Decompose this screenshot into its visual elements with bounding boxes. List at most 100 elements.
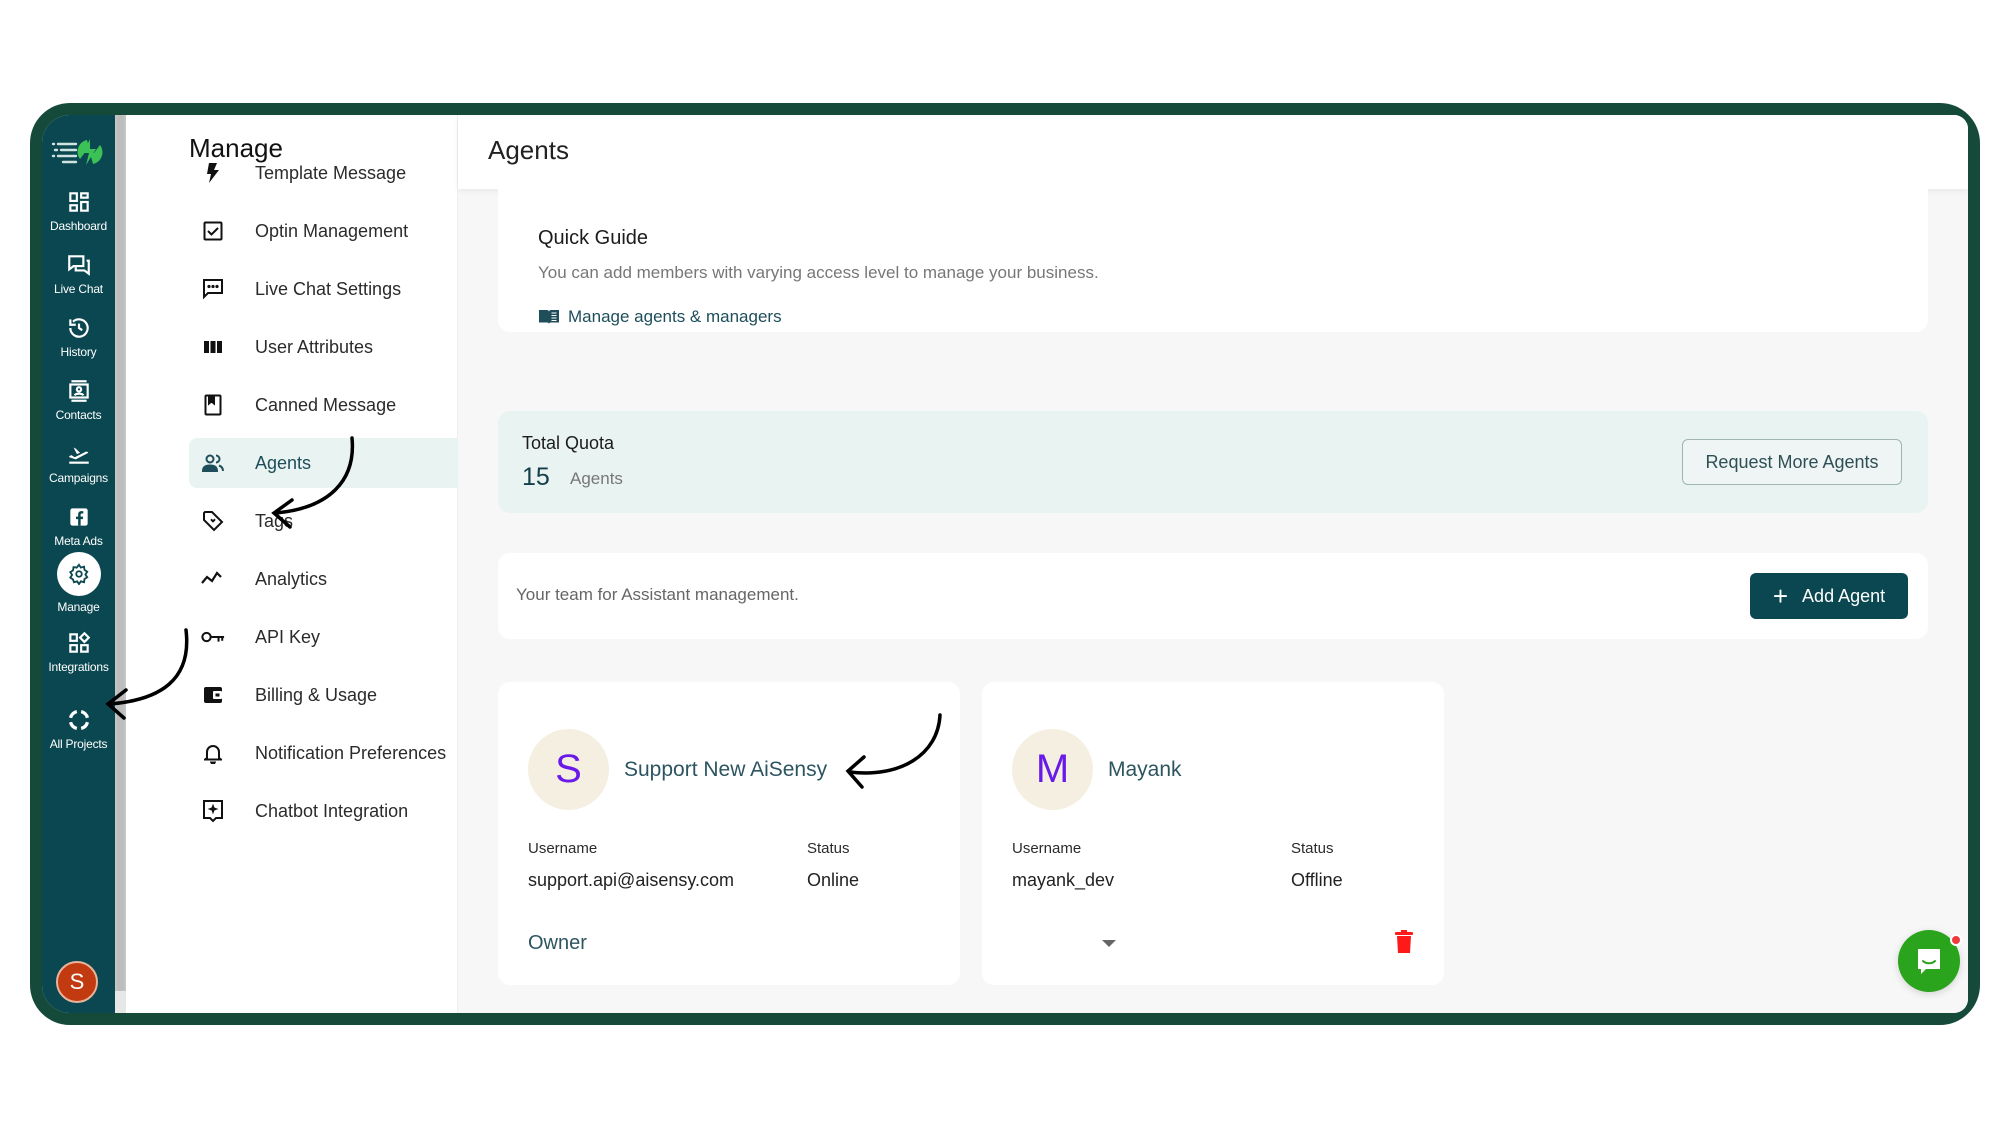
nav-integrations[interactable]: Integrations — [42, 630, 115, 674]
manage-item-agents[interactable]: Agents — [189, 438, 479, 488]
add-agent-label: Add Agent — [1802, 585, 1886, 606]
total-quota-card: Total Quota 15 Agents Request More Agent… — [498, 411, 1928, 513]
nav-label: History — [60, 345, 97, 359]
manage-item-label: Agents — [255, 452, 312, 473]
history-icon — [68, 318, 89, 338]
manage-item-label: API Key — [255, 626, 321, 647]
nav-label: Live Chat — [54, 282, 103, 296]
dashboard-icon — [68, 192, 89, 212]
page-title: Agents — [488, 135, 569, 165]
manage-item-label: Chatbot Integration — [255, 800, 409, 821]
nav-all-projects[interactable]: All Projects — [42, 707, 115, 751]
username-value: mayank_dev — [1012, 870, 1115, 890]
checkbox-icon — [203, 221, 223, 241]
chat-dots-icon — [203, 279, 223, 300]
scrollbar-thumb[interactable] — [117, 115, 124, 991]
contacts-icon — [68, 380, 89, 402]
gear-icon — [68, 563, 89, 585]
nav-campaigns[interactable]: Campaigns — [42, 441, 115, 485]
plus-icon: + — [1772, 581, 1789, 611]
chat-support-button[interactable] — [1898, 930, 1962, 992]
manage-item-label: Tags — [255, 510, 294, 531]
status-value: Online — [807, 870, 860, 890]
nav-label: Contacts — [55, 408, 102, 422]
projects-icon — [68, 709, 89, 731]
manage-agents-link[interactable]: Manage agents & managers — [538, 307, 782, 327]
manage-item-label: Analytics — [255, 568, 328, 589]
bookmark-icon — [204, 394, 222, 416]
quota-title: Total Quota — [522, 433, 615, 453]
delete-icon[interactable] — [1394, 930, 1414, 954]
nav-live-chat[interactable]: Live Chat — [42, 252, 115, 296]
manage-item-billing-usage[interactable]: Billing & Usage — [189, 670, 479, 720]
analytics-icon — [201, 571, 222, 584]
agent-role: Owner — [528, 932, 587, 954]
facebook-icon — [69, 508, 88, 526]
wallet-icon — [204, 687, 222, 703]
manage-agents-link-label: Manage agents & managers — [568, 307, 782, 326]
nav-label: All Projects — [49, 737, 108, 751]
agent-card: M Mayank Username mayank_dev Status Offl… — [982, 682, 1444, 985]
add-agent-button[interactable]: + Add Agent — [1750, 573, 1908, 619]
manage-item-label: Live Chat Settings — [255, 278, 402, 299]
username-value: support.api@aisensy.com — [528, 870, 735, 890]
nav-label: Dashboard — [50, 219, 107, 233]
bell-icon — [204, 745, 222, 764]
nav-history[interactable]: History — [42, 315, 115, 359]
nav-dashboard[interactable]: Dashboard — [42, 189, 115, 233]
manage-item-label: Billing & Usage — [255, 684, 378, 705]
manage-item-tags[interactable]: Tags — [189, 496, 479, 546]
request-more-agents-button[interactable]: Request More Agents — [1682, 439, 1902, 485]
manage-item-optin-management[interactable]: Optin Management — [189, 206, 479, 256]
tag-icon — [203, 511, 224, 532]
manage-item-chatbot-integration[interactable]: Chatbot Integration — [189, 786, 479, 836]
nav-contacts[interactable]: Contacts — [42, 378, 115, 422]
manage-item-label: Notification Preferences — [255, 742, 447, 763]
status-label: Status — [807, 840, 850, 857]
manage-item-label: Canned Message — [255, 394, 397, 415]
chat-bubble-icon — [1918, 949, 1940, 974]
integrations-icon — [68, 631, 90, 653]
page-header: Agents — [458, 115, 1968, 189]
scrollbar-track — [115, 991, 126, 1013]
key-icon — [201, 631, 225, 643]
user-avatar[interactable]: S — [56, 961, 98, 1003]
agent-name: Mayank — [1108, 758, 1182, 781]
manage-item-api-key[interactable]: API Key — [189, 612, 479, 662]
quota-unit: Agents — [570, 469, 623, 488]
nav-manage[interactable]: Manage — [42, 552, 115, 614]
bolt-icon — [207, 163, 219, 183]
agent-name: Support New AiSensy — [624, 758, 828, 781]
manage-item-canned-message[interactable]: Canned Message — [189, 380, 479, 430]
username-label: Username — [1012, 840, 1082, 857]
manage-panel: Manage Template Message Optin Management… — [126, 115, 479, 1013]
quick-guide-card: Quick Guide You can add members with var… — [498, 189, 1928, 332]
agent-avatar: S — [528, 729, 609, 810]
quick-guide-title: Quick Guide — [538, 227, 649, 249]
role-dropdown-caret-icon[interactable] — [1102, 940, 1116, 947]
manage-item-label: User Attributes — [255, 336, 374, 357]
nav-scrollbar[interactable] — [115, 115, 126, 1013]
left-nav: Dashboard Live Chat History Contacts Cam… — [42, 115, 115, 1013]
username-label: Username — [528, 840, 598, 857]
status-value: Offline — [1291, 870, 1343, 890]
nav-meta-ads[interactable]: Meta Ads — [42, 504, 115, 548]
chatbot-icon — [203, 800, 223, 823]
agent-card: S Support New AiSensy Username support.a… — [498, 682, 960, 985]
app-window: Dashboard Live Chat History Contacts Cam… — [42, 115, 1968, 1013]
manage-item-user-attributes[interactable]: User Attributes — [189, 322, 479, 372]
team-card: Your team for Assistant management. + Ad… — [498, 553, 1928, 639]
quick-guide-description: You can add members with varying access … — [538, 263, 1099, 282]
book-icon — [539, 310, 559, 324]
manage-item-notification-preferences[interactable]: Notification Preferences — [189, 728, 479, 778]
team-description: Your team for Assistant management. — [516, 585, 799, 604]
people-icon — [201, 454, 224, 472]
manage-item-live-chat-settings[interactable]: Live Chat Settings — [189, 264, 479, 314]
columns-icon — [204, 341, 222, 353]
manage-item-template-message[interactable]: Template Message — [189, 148, 479, 198]
agent-avatar: M — [1012, 729, 1093, 810]
main-content: Agents Quick Guide You can add members w… — [458, 115, 1968, 1013]
quota-count: 15 — [522, 463, 550, 491]
nav-label: Manage — [57, 600, 100, 614]
manage-item-analytics[interactable]: Analytics — [189, 554, 479, 604]
